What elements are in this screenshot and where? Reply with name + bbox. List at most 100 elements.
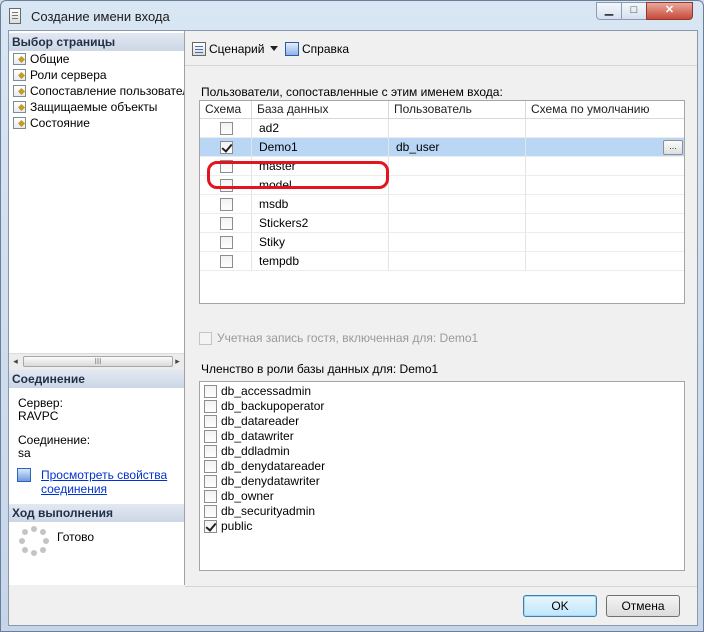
page-icon [13,117,26,129]
default-schema-cell[interactable] [526,195,684,214]
role-checkbox[interactable] [204,445,217,458]
user-cell[interactable] [389,233,526,252]
roles-title: Членство в роли базы данных для: Demo1 [201,362,439,376]
map-checkbox[interactable] [220,255,233,268]
nav-item-user-mapping[interactable]: Сопоставление пользователей [13,83,184,99]
page-icon [13,53,26,65]
default-schema-cell[interactable] [526,119,684,138]
progress-header: Ход выполнения [9,504,184,522]
role-checkbox[interactable] [204,430,217,443]
maximize-button[interactable]: □ [621,2,647,20]
column-header-default-schema[interactable]: Схема по умолчанию [526,101,684,118]
user-cell[interactable] [389,157,526,176]
grid-row[interactable]: Demo1 db_user... [200,138,684,157]
database-cell: model [252,176,389,195]
minimize-button[interactable]: ▁ [596,2,622,20]
ok-button[interactable]: OK [523,595,597,617]
schema-cell[interactable] [200,195,252,214]
grid-header: Схема База данных Пользователь Схема по … [200,101,684,119]
role-checkbox[interactable] [204,520,217,533]
schema-cell[interactable] [200,176,252,195]
map-checkbox[interactable] [220,122,233,135]
user-cell[interactable] [389,252,526,271]
schema-cell[interactable] [200,138,252,157]
role-checkbox[interactable] [204,460,217,473]
page-icon [13,101,26,113]
help-button[interactable]: Справка [285,40,349,58]
role-label: public [221,519,253,533]
grid-row[interactable]: msdb [200,195,684,214]
server-value: RAVPC [18,409,59,423]
role-checkbox[interactable] [204,415,217,428]
map-checkbox[interactable] [220,141,233,154]
script-button[interactable]: Сценарий [192,40,264,58]
script-dropdown-arrow-icon[interactable] [270,46,278,51]
user-cell[interactable] [389,119,526,138]
role-label: db_datawriter [221,429,294,443]
map-checkbox[interactable] [220,236,233,249]
progress-status: Готово [57,530,95,544]
view-connection-properties-link-line2[interactable]: соединения [41,482,107,496]
help-button-label: Справка [302,42,350,56]
grid-row[interactable]: Stickers2 [200,214,684,233]
nav-item-server-roles[interactable]: Роли сервера [13,67,184,83]
database-roles-list: db_accessadmin db_backupoperator db_datare… [199,381,685,571]
nav-item-label: Состояние [30,116,90,130]
schema-cell[interactable] [200,233,252,252]
role-checkbox[interactable] [204,400,217,413]
column-header-schema[interactable]: Схема [200,101,252,118]
user-cell[interactable]: db_user [389,138,526,157]
default-schema-cell[interactable] [526,176,684,195]
scroll-left-arrow-icon[interactable]: ◂ [10,356,21,367]
default-schema-cell[interactable] [526,157,684,176]
nav-item-securables[interactable]: Защищаемые объекты [13,99,184,115]
column-header-user[interactable]: Пользователь [389,101,526,118]
grid-row[interactable]: model [200,176,684,195]
role-checkbox[interactable] [204,490,217,503]
default-schema-cell[interactable] [526,138,684,157]
close-button[interactable]: ✕ [646,2,693,20]
role-label: db_accessadmin [221,384,312,398]
scroll-right-arrow-icon[interactable]: ▸ [172,356,183,367]
view-connection-properties-link[interactable]: Просмотреть свойства [41,468,167,482]
schema-cell[interactable] [200,157,252,176]
guest-label: Учетная запись гостя, включенная для: De… [217,331,479,345]
scroll-thumb[interactable]: III [23,356,173,367]
schema-cell[interactable] [200,214,252,233]
role-checkbox[interactable] [204,475,217,488]
title-bar[interactable]: Создание имени входа ▁ □ ✕ [1,1,703,31]
user-cell[interactable] [389,176,526,195]
nav-item-general[interactable]: Общие [13,51,184,67]
cancel-button[interactable]: Отмена [606,595,680,617]
schema-cell[interactable] [200,119,252,138]
map-checkbox[interactable] [220,198,233,211]
page-icon [13,85,26,97]
default-schema-cell[interactable] [526,233,684,252]
map-checkbox[interactable] [220,179,233,192]
browse-schema-button[interactable]: ... [663,140,683,155]
role-checkbox[interactable] [204,505,217,518]
default-schema-cell[interactable] [526,214,684,233]
nav-item-label: Роли сервера [30,68,107,82]
nav-item-label: Сопоставление пользователей [30,84,184,98]
column-header-database[interactable]: База данных [252,101,389,118]
user-cell[interactable] [389,214,526,233]
grid-row[interactable]: master [200,157,684,176]
grid-row[interactable]: ad2 [200,119,684,138]
schema-cell[interactable] [200,252,252,271]
page-icon [13,69,26,81]
grid-row[interactable]: tempdb [200,252,684,271]
map-checkbox[interactable] [220,217,233,230]
pages-horizontal-scrollbar[interactable]: ◂ III ▸ [9,353,184,370]
grid-row[interactable]: Stiky [200,233,684,252]
default-schema-cell[interactable] [526,252,684,271]
user-cell[interactable] [389,195,526,214]
role-checkbox[interactable] [204,385,217,398]
guest-checkbox[interactable] [199,332,212,345]
database-cell: master [252,157,389,176]
login-dialog-window: Создание имени входа ▁ □ ✕ Выбор страниц… [0,0,704,632]
nav-item-status[interactable]: Состояние [13,115,184,131]
map-checkbox[interactable] [220,160,233,173]
role-label: db_securityadmin [221,504,316,518]
role-label: db_backupoperator [221,399,325,413]
